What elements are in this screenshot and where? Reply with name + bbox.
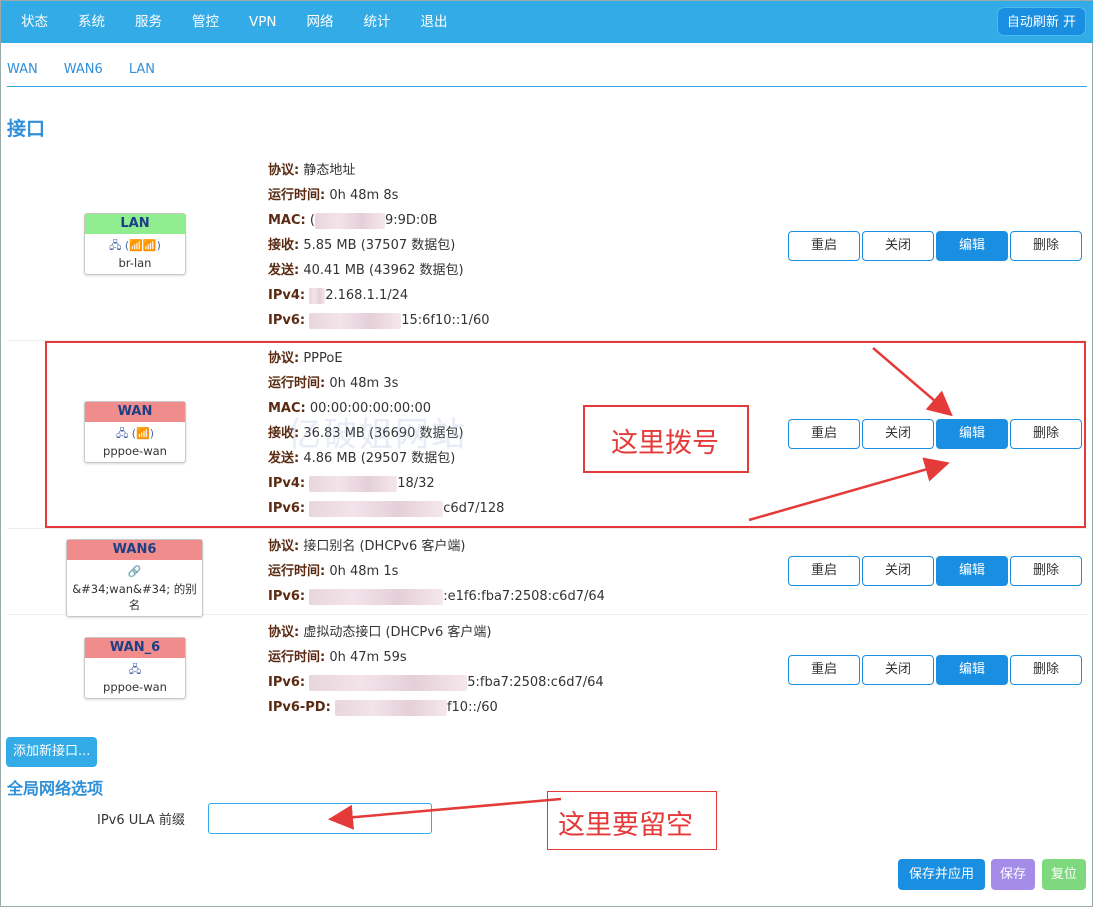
interface-row-lan: LAN 🖧 (📶📶) br-lan 协议: 静态地址 运行时间: 0h 48m … — [7, 153, 1087, 341]
protocol-value: 接口别名 (DHCPv6 客户端) — [303, 539, 466, 554]
menu-system[interactable]: 系统 — [66, 1, 117, 43]
uptime-value: 0h 48m 8s — [329, 188, 399, 203]
ipv6pd-label: IPv6-PD: — [268, 700, 331, 715]
tab-lan[interactable]: LAN — [129, 59, 155, 86]
global-options-title: 全局网络选项 — [7, 779, 104, 798]
protocol-label: 协议: — [268, 539, 300, 554]
mac-label: MAC: — [268, 213, 306, 228]
ipv6-value: :e1f6:fba7:2508:c6d7/64 — [443, 589, 605, 604]
menu-logout[interactable]: 退出 — [408, 1, 459, 43]
save-button[interactable]: 保存 — [991, 859, 1035, 890]
redacted-blur — [309, 674, 468, 691]
uptime-value: 0h 47m 59s — [329, 650, 407, 665]
edit-button[interactable]: 编辑 — [936, 655, 1008, 685]
stop-button[interactable]: 关闭 — [862, 556, 934, 586]
redacted-blur — [334, 699, 447, 716]
tab-wan6[interactable]: WAN6 — [64, 59, 103, 86]
ipv4-value: 2.168.1.1/24 — [325, 288, 409, 303]
menu-status[interactable]: 状态 — [9, 1, 60, 43]
mac-value: 9:9D:0B — [384, 213, 438, 228]
redacted-blur — [309, 287, 326, 304]
save-apply-button[interactable]: 保存并应用 — [898, 859, 985, 890]
section-title: 接口 — [7, 118, 46, 140]
delete-button[interactable]: 删除 — [1010, 655, 1082, 685]
restart-button[interactable]: 重启 — [788, 231, 860, 261]
menu-statistics[interactable]: 统计 — [351, 1, 402, 43]
ipv6-label: IPv6: — [268, 675, 306, 690]
redacted-blur — [309, 588, 444, 605]
interface-actions: 重启 关闭 编辑 删除 — [788, 655, 1084, 685]
interface-name: WAN6 — [67, 540, 202, 560]
tx-label: 发送: — [268, 263, 300, 278]
menu-control[interactable]: 管控 — [180, 1, 231, 43]
rx-label: 接收: — [268, 238, 300, 253]
interface-device: pppoe-wan — [103, 680, 167, 694]
interface-badge-lan: LAN 🖧 (📶📶) br-lan — [84, 213, 186, 275]
interface-row-wan6: WAN6 🔗 &#34;wan&#34; 的别名 协议: 接口别名 (DHCPv… — [7, 529, 1087, 617]
interface-badge-wan6: WAN6 🔗 &#34;wan&#34; 的别名 — [66, 539, 203, 617]
empty-annotation-text: 这里要留空 — [558, 810, 693, 841]
top-nav: 状态 系统 服务 管控 VPN 网络 统计 退出 自动刷新 开 — [1, 1, 1093, 43]
redacted-blur — [309, 312, 402, 329]
redacted-blur — [314, 212, 385, 229]
interface-row-wan-6: WAN_6 🖧 pppoe-wan 协议: 虚拟动态接口 (DHCPv6 客户端… — [7, 615, 1087, 725]
protocol-value: 虚拟动态接口 (DHCPv6 客户端) — [303, 625, 492, 640]
ipv6-value: 15:6f10::1/60 — [401, 313, 490, 328]
delete-button[interactable]: 删除 — [1010, 556, 1082, 586]
interface-name: LAN — [85, 214, 185, 234]
edit-button[interactable]: 编辑 — [936, 556, 1008, 586]
wan-highlight-box — [45, 341, 1086, 528]
stop-button[interactable]: 关闭 — [862, 655, 934, 685]
restart-button[interactable]: 重启 — [788, 655, 860, 685]
menu-services[interactable]: 服务 — [123, 1, 174, 43]
interface-info: 协议: 虚拟动态接口 (DHCPv6 客户端) 运行时间: 0h 47m 59s… — [268, 620, 604, 720]
dial-annotation-text: 这里拨号 — [611, 428, 719, 459]
ipv6-label: IPv6: — [268, 589, 306, 604]
uptime-label: 运行时间: — [268, 188, 326, 203]
protocol-label: 协议: — [268, 625, 300, 640]
ethernet-icon: 🖧 — [109, 239, 122, 252]
interface-tabs: WAN WAN6 LAN — [7, 59, 1087, 87]
edit-button[interactable]: 编辑 — [936, 231, 1008, 261]
stop-button[interactable]: 关闭 — [862, 231, 934, 261]
protocol-label: 协议: — [268, 163, 300, 178]
interface-name: WAN_6 — [85, 638, 185, 658]
rx-value: 5.85 MB (37507 数据包) — [303, 238, 456, 253]
ipv6pd-value: f10::/60 — [446, 700, 498, 715]
interface-device: &#34;wan&#34; 的别名 — [72, 582, 197, 612]
uptime-value: 0h 48m 1s — [329, 564, 399, 579]
main-menu: 状态 系统 服务 管控 VPN 网络 统计 退出 — [1, 1, 459, 43]
ula-prefix-input[interactable] — [208, 803, 432, 834]
add-interface-button[interactable]: 添加新接口... — [6, 737, 98, 767]
restart-button[interactable]: 重启 — [788, 556, 860, 586]
wireless-icons: (📶📶) — [124, 239, 161, 252]
interface-badge-wan-6: WAN_6 🖧 pppoe-wan — [84, 637, 186, 699]
ethernet-icon: 🖧 — [128, 663, 142, 676]
ipv6-label: IPv6: — [268, 313, 306, 328]
menu-vpn[interactable]: VPN — [237, 1, 288, 43]
interface-actions: 重启 关闭 编辑 删除 — [788, 556, 1084, 586]
interface-info: 协议: 静态地址 运行时间: 0h 48m 8s MAC: (9:9D:0B 接… — [268, 158, 490, 333]
delete-button[interactable]: 删除 — [1010, 231, 1082, 261]
autorefresh-toggle[interactable]: 自动刷新 开 — [996, 7, 1086, 36]
uptime-label: 运行时间: — [268, 564, 326, 579]
uptime-label: 运行时间: — [268, 650, 326, 665]
menu-network[interactable]: 网络 — [294, 1, 345, 43]
tx-value: 40.41 MB (43962 数据包) — [303, 263, 464, 278]
interface-actions: 重启 关闭 编辑 删除 — [788, 231, 1084, 261]
ula-prefix-label: IPv6 ULA 前缀 — [97, 813, 185, 828]
reset-button[interactable]: 复位 — [1042, 859, 1086, 890]
tab-wan[interactable]: WAN — [7, 59, 38, 86]
alias-icon: 🔗 — [127, 565, 142, 578]
ipv6-value: 5:fba7:2508:c6d7/64 — [467, 675, 604, 690]
protocol-value: 静态地址 — [303, 163, 356, 178]
network-icons: 🖧 (📶📶) — [85, 237, 185, 255]
interface-device: br-lan — [118, 256, 152, 270]
ipv4-label: IPv4: — [268, 288, 306, 303]
interface-info: 协议: 接口别名 (DHCPv6 客户端) 运行时间: 0h 48m 1s IP… — [268, 534, 605, 609]
